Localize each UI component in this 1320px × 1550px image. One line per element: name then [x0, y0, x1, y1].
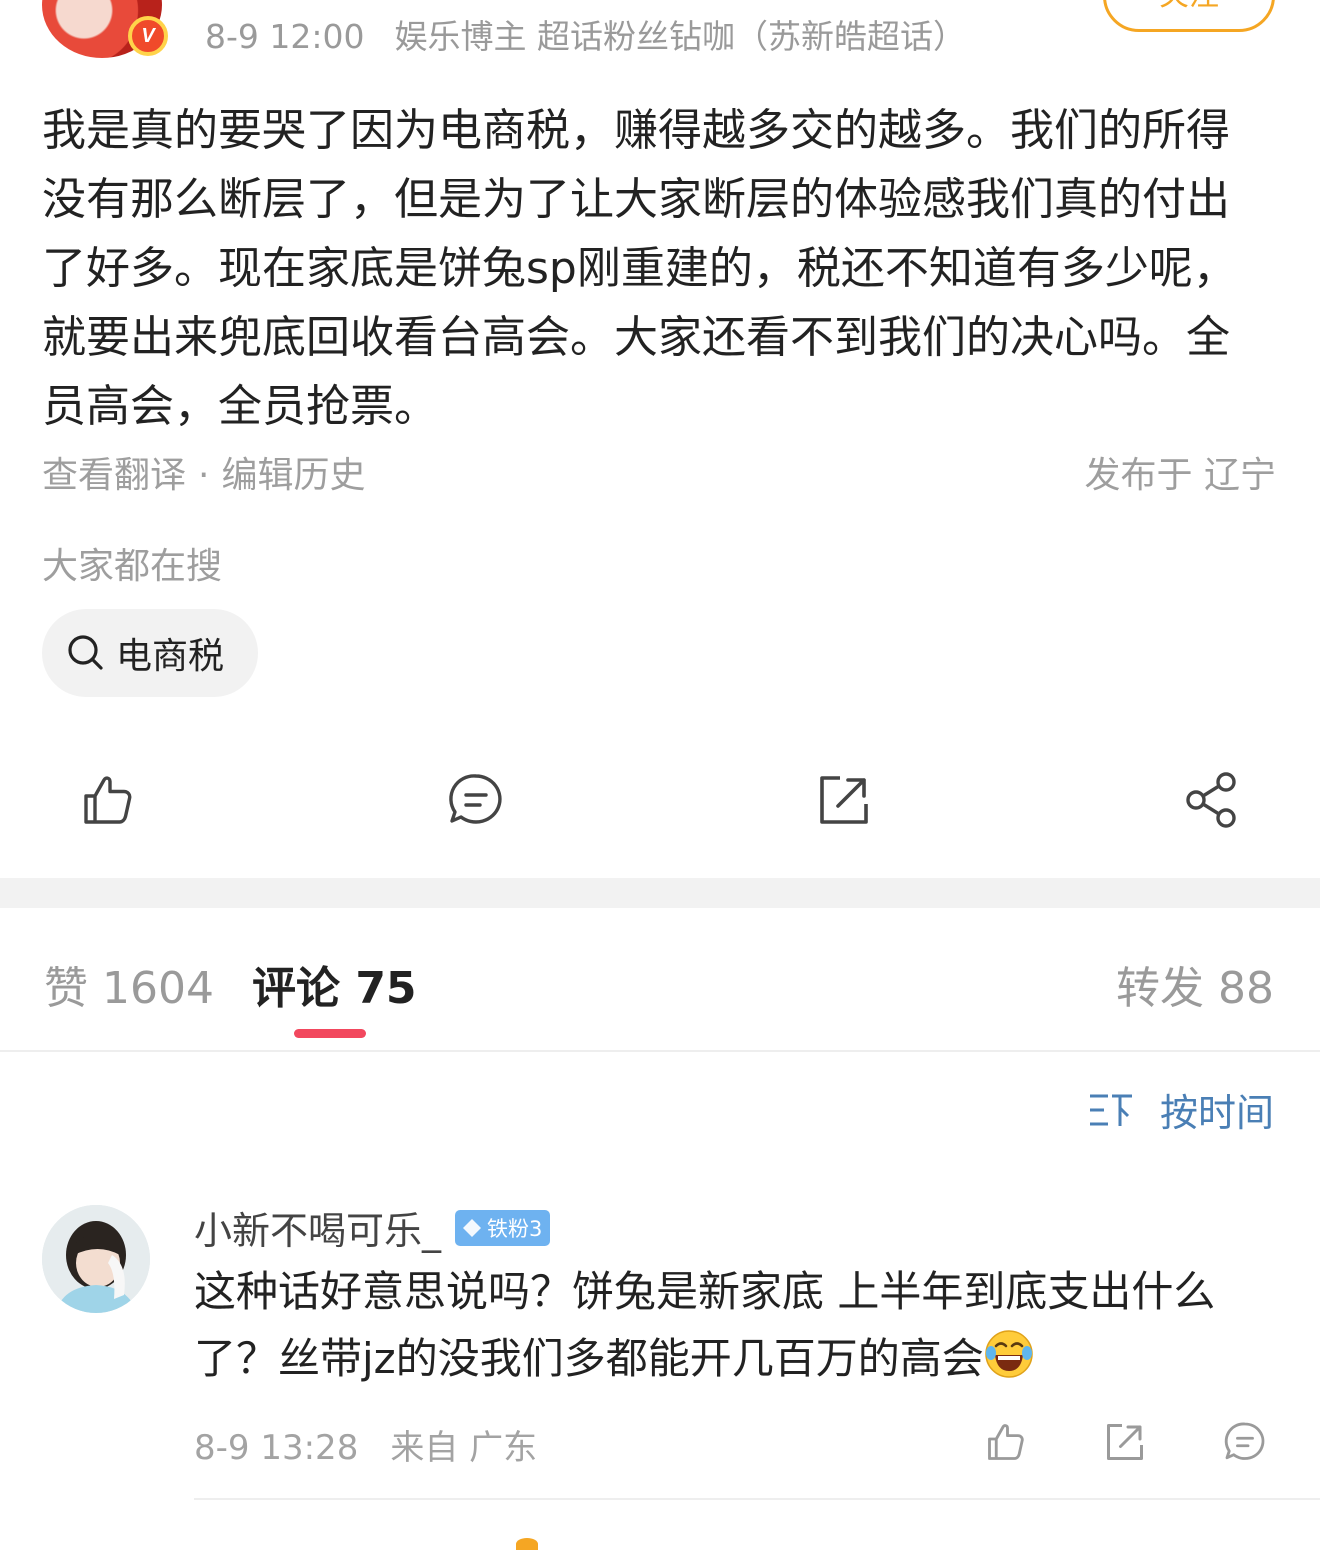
trending-search-chip[interactable]: 电商税 [42, 609, 259, 697]
author-tags: 娱乐博主 超话粉丝钻咖（苏新皓超话） [394, 17, 967, 56]
tab-comments[interactable]: 评论 75 [252, 952, 417, 1016]
trending-search-label: 大家都在搜 [42, 546, 223, 587]
separator-dot: · [198, 455, 210, 496]
comment-meta: 8-9 13:28 来自 广东 [194, 1420, 537, 1469]
tab-likes[interactable]: 赞 1604 [44, 952, 214, 1016]
fan-level-badge: 铁粉3 [455, 1209, 551, 1246]
diamond-icon [463, 1218, 482, 1237]
tabs-divider [0, 1050, 1320, 1052]
comment-body: 这种话好意思说吗？饼兔是新家底 上半年到底支出什么了？丝带jz的没我们多都能开几… [194, 1267, 1216, 1383]
comment-reply-icon[interactable] [1221, 1418, 1269, 1466]
laughing-crying-emoji [984, 1330, 1033, 1378]
sort-label: 按时间 [1159, 1091, 1274, 1135]
fan-badge-text: 铁粉3 [487, 1216, 543, 1241]
sort-icon [1089, 1094, 1132, 1126]
comment-like-icon[interactable] [982, 1418, 1030, 1466]
follow-button[interactable]: 关注 [1103, 0, 1275, 32]
published-location: 发布于 辽宁 [1084, 455, 1276, 496]
active-tab-indicator [294, 1029, 366, 1038]
post-text: 我是真的要哭了因为电商税，赚得越多交的越多。我们的所得没有那么断层了，但是为了让… [42, 105, 1237, 432]
tab-reposts[interactable]: 转发 88 [1116, 952, 1274, 1016]
commenter-username[interactable]: 小新不喝可乐_ [194, 1200, 441, 1255]
comment-text: 这种话好意思说吗？饼兔是新家底 上半年到底支出什么了？丝带jz的没我们多都能开几… [194, 1258, 1284, 1392]
comment-divider [194, 1498, 1320, 1500]
search-icon [68, 635, 103, 670]
post-footer-info: 查看翻译 · 编辑历史 发布于 辽宁 [42, 446, 1276, 498]
comment-location: 来自 广东 [390, 1428, 538, 1468]
thumbs-up-icon[interactable] [76, 768, 140, 832]
commenter-avatar[interactable] [42, 1205, 150, 1313]
post-meta: 8-9 12:00 娱乐博主 超话粉丝钻咖（苏新皓超话） [205, 10, 966, 58]
verified-badge: V [128, 16, 168, 56]
next-comment-avatar-edge [516, 1538, 538, 1550]
comment-time: 8-9 13:28 [194, 1428, 359, 1468]
comment-icon[interactable] [444, 768, 508, 832]
post-time: 8-9 12:00 [205, 17, 365, 56]
section-divider [0, 878, 1320, 908]
search-chip-text: 电商税 [116, 636, 225, 677]
share-icon[interactable] [1180, 768, 1244, 832]
comment-repost-icon[interactable] [1101, 1418, 1149, 1466]
edit-history-link[interactable]: 编辑历史 [221, 455, 365, 496]
commenter-info: 小新不喝可乐_ 铁粉3 [194, 1200, 551, 1255]
post-action-bar [0, 760, 1320, 840]
avatar-photo [42, 1205, 150, 1313]
view-translation-link[interactable]: 查看翻译 [42, 455, 186, 496]
sort-by-time-button[interactable]: 按时间 [1088, 1082, 1274, 1137]
repost-icon[interactable] [812, 768, 876, 832]
